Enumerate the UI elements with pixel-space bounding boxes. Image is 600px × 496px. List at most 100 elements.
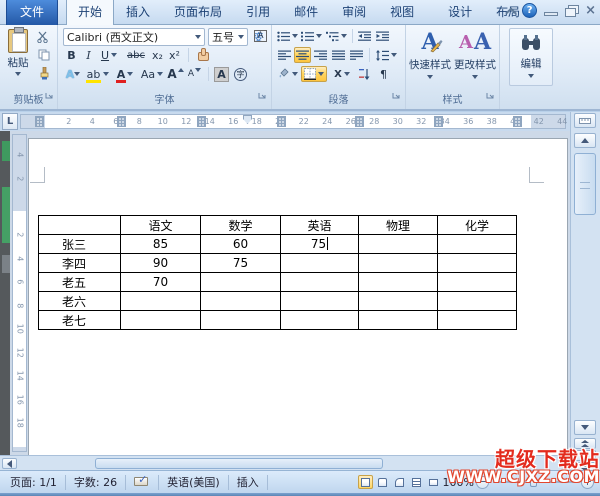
table-cell[interactable] [38, 215, 121, 235]
tab-file[interactable]: 文件 [6, 0, 59, 25]
minimize-button[interactable] [544, 12, 559, 16]
scroll-left-button[interactable] [2, 458, 17, 469]
table-cell[interactable] [358, 291, 438, 311]
tab-table-design[interactable]: 设计 [436, 0, 484, 25]
spell-check-status[interactable]: ✓ [128, 473, 156, 490]
table-column-marker[interactable] [513, 116, 522, 127]
table-column-marker[interactable] [434, 116, 443, 127]
character-border-button[interactable]: A [252, 28, 269, 44]
shading-button[interactable] [276, 66, 299, 82]
vertical-scroll-thumb[interactable] [574, 153, 596, 215]
scroll-up-button[interactable] [574, 133, 596, 148]
change-styles-button[interactable]: A A 更改样式 [453, 28, 497, 84]
bold-button[interactable]: B [63, 47, 80, 63]
select-browse-object-button[interactable] [574, 450, 596, 461]
zoom-slider-track[interactable] [493, 477, 577, 487]
table-cell[interactable] [358, 310, 438, 330]
vertical-scrollbar[interactable] [570, 112, 600, 473]
table-column-marker[interactable] [355, 116, 364, 127]
strikethrough-button[interactable]: abc [124, 47, 148, 63]
help-button[interactable]: ? [522, 3, 538, 18]
align-center-button[interactable] [294, 47, 311, 63]
table-cell[interactable] [200, 272, 281, 292]
tab-home[interactable]: 开始 [66, 0, 115, 26]
language-indicator[interactable]: 英语(美国) [161, 474, 226, 490]
table-cell[interactable] [280, 291, 359, 311]
font-color-button[interactable]: A [113, 66, 137, 83]
web-layout-button[interactable] [392, 475, 407, 489]
insert-mode-indicator[interactable]: 插入 [231, 474, 265, 490]
horizontal-scroll-thumb[interactable] [95, 458, 383, 469]
change-case-aa-button[interactable]: Aa [139, 66, 165, 82]
tab-page-layout[interactable]: 页面布局 [162, 0, 234, 25]
table-cell[interactable]: 老六 [38, 291, 121, 311]
zoom-in-button[interactable]: + [581, 475, 594, 489]
table-cell[interactable] [437, 253, 517, 273]
table-cell[interactable]: 70 [120, 272, 201, 292]
paragraph-dialog-launcher[interactable] [392, 92, 401, 101]
table-cell[interactable]: 85 [120, 234, 201, 254]
document-table[interactable]: 语文 数学 英语 物理 化学 张三 85 60 75 李四 90 75 老五 7… [38, 215, 517, 330]
table-cell[interactable] [358, 272, 438, 292]
zoom-level[interactable]: 100% [443, 476, 474, 489]
numbering-button[interactable] [300, 28, 323, 44]
copy-button[interactable] [35, 47, 52, 63]
zoom-slider-thumb[interactable] [529, 477, 537, 487]
table-cell[interactable]: 老七 [38, 310, 121, 330]
table-column-marker[interactable] [117, 116, 126, 127]
align-right-button[interactable] [312, 47, 329, 63]
table-column-marker[interactable] [35, 116, 44, 127]
subscript-button[interactable]: x₂ [149, 47, 166, 63]
draft-view-button[interactable] [426, 475, 441, 489]
table-column-marker[interactable] [197, 116, 206, 127]
increase-indent-button[interactable] [374, 28, 391, 44]
table-cell[interactable] [358, 253, 438, 273]
full-screen-reading-button[interactable] [375, 475, 390, 489]
tab-references[interactable]: 引用 [234, 0, 282, 25]
multilevel-list-button[interactable] [324, 28, 349, 44]
styles-dialog-launcher[interactable] [486, 92, 495, 101]
font-name-combo[interactable]: Calibri (西文正文) [63, 28, 205, 46]
table-cell[interactable]: 物理 [358, 215, 438, 235]
table-cell[interactable]: 90 [120, 253, 201, 273]
tab-insert[interactable]: 插入 [114, 0, 162, 25]
change-case-button[interactable] [194, 46, 211, 62]
tab-review[interactable]: 审阅 [330, 0, 378, 25]
table-cell[interactable] [120, 310, 201, 330]
italic-button[interactable]: I [80, 47, 97, 63]
table-cell[interactable] [280, 253, 359, 273]
table-cell[interactable]: 60 [200, 234, 281, 254]
word-count[interactable]: 字数: 26 [68, 474, 123, 490]
horizontal-scrollbar[interactable] [0, 455, 570, 470]
table-cell[interactable]: 语文 [120, 215, 201, 235]
table-cell[interactable] [120, 291, 201, 311]
borders-button[interactable] [301, 66, 327, 82]
paste-button[interactable]: 粘贴 [3, 27, 33, 84]
table-cell[interactable]: 英语 [280, 215, 359, 235]
table-cell[interactable] [200, 310, 281, 330]
table-cell[interactable] [280, 310, 359, 330]
table-cell[interactable] [437, 272, 517, 292]
minimize-ribbon-icon[interactable] [505, 6, 517, 19]
distribute-button[interactable] [348, 47, 365, 63]
asian-layout-button[interactable]: X [330, 66, 354, 82]
previous-page-button[interactable] [574, 438, 596, 449]
ruler-toggle-button[interactable] [574, 113, 596, 128]
font-size-combo[interactable]: 五号 [208, 28, 248, 46]
tab-view[interactable]: 视图 [378, 0, 426, 25]
shrink-font-button[interactable]: A [186, 66, 203, 82]
show-hide-marks-button[interactable]: ¶ [375, 66, 392, 82]
table-cell[interactable]: 75 [200, 253, 281, 273]
superscript-button[interactable]: x² [166, 47, 183, 63]
cut-button[interactable] [35, 29, 52, 45]
table-column-marker[interactable] [277, 116, 286, 127]
grow-font-button[interactable]: A [167, 66, 184, 82]
table-cell[interactable] [280, 272, 359, 292]
line-spacing-button[interactable] [374, 47, 399, 63]
sort-button[interactable] [356, 66, 373, 82]
table-cell[interactable] [437, 291, 517, 311]
underline-button[interactable]: U [97, 47, 121, 63]
page-indicator[interactable]: 页面: 1/1 [4, 474, 63, 490]
format-painter-button[interactable] [35, 65, 52, 81]
vertical-ruler[interactable]: 42 2 4 6 8 10 12 14 16 18 [12, 134, 27, 452]
